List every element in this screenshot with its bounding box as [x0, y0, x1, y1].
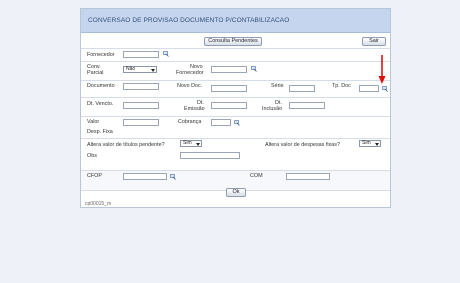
parcial-label: Parcial [87, 70, 104, 76]
title-bar: CONVERSAO DE PROVISAO DOCUMENTO P/CONTAB… [81, 9, 390, 33]
divider [81, 61, 390, 62]
chevron-down-icon [375, 142, 379, 146]
altera-despesas-value: Sim [362, 140, 371, 146]
divider [81, 80, 390, 81]
chevron-down-icon [196, 142, 200, 146]
cfop-lookup-icon[interactable] [170, 174, 176, 180]
documento-input[interactable] [123, 83, 159, 90]
inclusao-label: Inclusão [262, 106, 283, 112]
divider [81, 170, 390, 171]
altera-despesas-select[interactable]: Sim [359, 140, 381, 147]
altera-pendente-select[interactable]: Sim [180, 140, 202, 147]
divider [81, 138, 390, 139]
ok-button[interactable]: Ok [226, 188, 246, 197]
conv-parcial-select[interactable]: Não [123, 66, 157, 73]
novo-fornecedor-label: Fornecedor [176, 70, 204, 76]
cobranca-lookup-icon[interactable] [234, 120, 240, 126]
cobranca-label: Cobrança [178, 119, 202, 125]
dt-emissao-input[interactable] [211, 102, 247, 109]
main-panel: CONVERSAO DE PROVISAO DOCUMENTO P/CONTAB… [80, 8, 391, 208]
obs-input[interactable] [180, 152, 240, 159]
chevron-down-icon [151, 68, 155, 72]
obs-label: Obs [87, 153, 97, 159]
altera-pendente-label: Altera valor de títulos pendente? [87, 142, 165, 148]
page-title: CONVERSAO DE PROVISAO DOCUMENTO P/CONTAB… [88, 17, 290, 24]
documento-label: Documento [87, 83, 115, 89]
divider [81, 97, 390, 98]
cfop-input[interactable] [123, 173, 167, 180]
sair-button[interactable]: Sair [362, 37, 386, 46]
novo-fornecedor-input[interactable] [211, 66, 247, 73]
com-label: COM [250, 173, 263, 179]
divider [81, 116, 390, 117]
desp-fixa-label: Desp. Fixa [87, 129, 113, 135]
dt-inclusao-input[interactable] [289, 102, 325, 109]
cobranca-input[interactable] [211, 119, 231, 126]
tp-doc-input[interactable] [359, 85, 379, 92]
dt-vencto-label: Dt. Vencto. [87, 101, 114, 107]
dt-vencto-input[interactable] [123, 102, 159, 109]
emissao-label: Emissão [184, 106, 205, 112]
valor-input[interactable] [123, 119, 159, 126]
consulta-pendentes-button[interactable]: Consulta Pendentes [204, 37, 262, 46]
conv-parcial-value: Não [126, 66, 136, 72]
serie-input[interactable] [289, 85, 315, 92]
altera-pendente-value: Sim [183, 140, 192, 146]
divider [81, 48, 390, 49]
red-arrow-annotation [378, 55, 386, 84]
novo-fornecedor-lookup-icon[interactable] [251, 66, 257, 72]
com-input[interactable] [286, 173, 330, 180]
novo-doc-input[interactable] [211, 85, 247, 92]
tp-doc-lookup-icon[interactable] [382, 86, 388, 92]
cfop-label: CFOP [87, 173, 102, 179]
fornecedor-input[interactable] [123, 51, 159, 58]
form-code: cp00015_m [85, 201, 112, 207]
tp-doc-label: Tp. Doc [332, 83, 351, 89]
altera-despesas-label: Altera valor de despesas fixas? [265, 142, 340, 148]
fornecedor-lookup-icon[interactable] [163, 51, 169, 57]
serie-label: Série [271, 83, 284, 89]
novo-doc-label: Novo Doc. [177, 83, 203, 89]
fornecedor-label: Fornecedor [87, 52, 115, 58]
valor-label: Valor [87, 119, 100, 125]
